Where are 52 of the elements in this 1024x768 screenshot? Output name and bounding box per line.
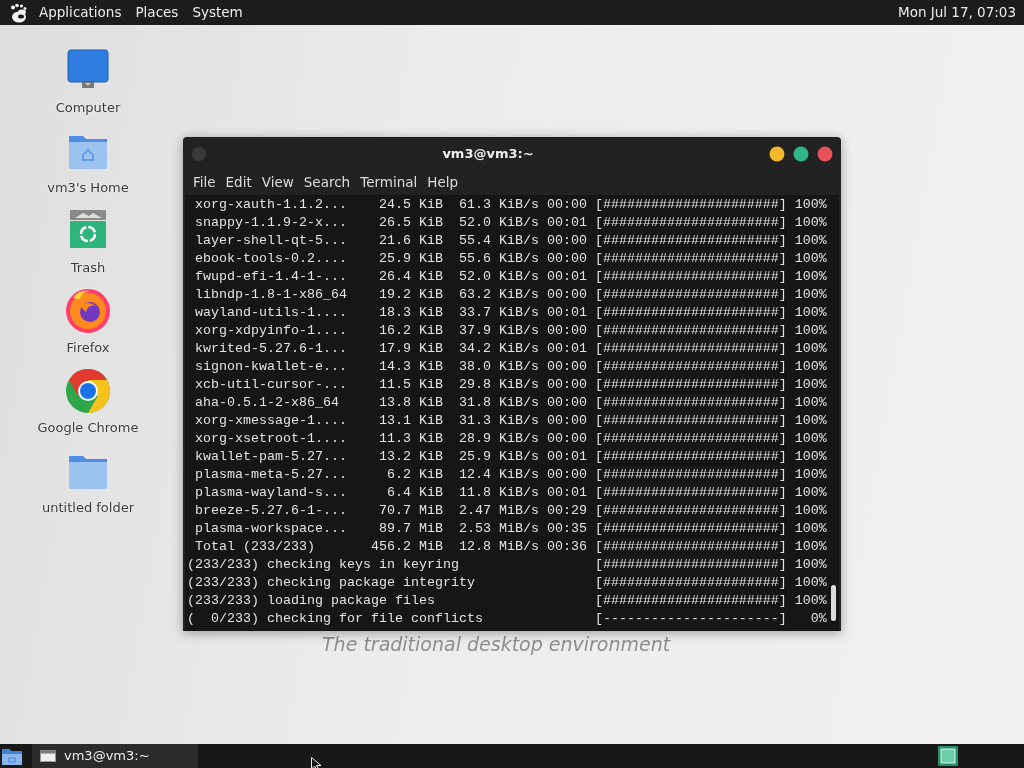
menu-item[interactable]: Terminal: [355, 172, 423, 193]
terminal-line: xorg-xdpyinfo-1.... 16.2 KiB 37.9 KiB/s 00:00 [######################] 100%: [194, 322, 827, 340]
window-title: vm3@vm3:~: [442, 144, 534, 163]
terminal-line: fwupd-efi-1.4-1-... 26.4 KiB 52.0 KiB/s 00:01 [######################] 100%: [194, 268, 827, 286]
icon-label[interactable]: Trash: [70, 258, 106, 278]
terminal-line: xorg-xauth-1.1.2... 24.5 KiB 61.3 KiB/s 00:00 [######################] 100%: [194, 196, 827, 214]
terminal-line: plasma-meta-5.27... 6.2 KiB 12.4 KiB/s 00:00 [######################] 100%: [194, 466, 827, 484]
terminal-line: kwrited-5.27.6-1... 17.9 KiB 34.2 KiB/s 00:01 [######################] 100%: [194, 340, 827, 358]
terminal-line: breeze-5.27.6-1-... 70.7 MiB 2.47 MiB/s 00:29 [######################] 100%: [194, 502, 827, 520]
browser-icon[interactable]: [65, 368, 111, 414]
terminal-line: libndp-1.8-1-x86_64 19.2 KiB 63.2 KiB/s 00:00 [######################] 100%: [194, 286, 827, 304]
terminal-line: xorg-xmessage-1.... 13.1 KiB 31.3 KiB/s 00:00 [######################] 100%: [194, 412, 827, 430]
minimize-button-icon[interactable]: [769, 145, 785, 162]
workspace-switcher-icon[interactable]: [938, 746, 958, 766]
browser-icon[interactable]: [65, 288, 111, 334]
icon-label[interactable]: Google Chrome: [37, 418, 139, 438]
terminal-line: signon-kwallet-e... 14.3 KiB 38.0 KiB/s 00:00 [######################] 100%: [194, 358, 827, 376]
terminal-line: aha-0.5.1-2-x86_64 13.8 KiB 31.8 KiB/s 00:00 [######################] 100%: [194, 394, 827, 412]
terminal-line: plasma-wayland-s... 6.4 KiB 11.8 KiB/s 00:01 [######################] 100%: [194, 484, 827, 502]
maximize-button-icon[interactable]: [793, 145, 809, 162]
panel-menu[interactable]: Places: [128, 2, 186, 23]
terminal-line: ( 0/233) checking for file conflicts [----------------------] 0%: [187, 610, 827, 628]
menu-item[interactable]: Edit: [220, 172, 257, 193]
terminal-line: xorg-xsetroot-1.... 11.3 KiB 28.9 KiB/s 00:00 [######################] 100%: [194, 430, 827, 448]
terminal-line: ebook-tools-0.2.... 25.9 KiB 55.6 KiB/s 00:00 [######################] 100%: [194, 250, 827, 268]
icon-label[interactable]: vm3's Home: [47, 178, 129, 198]
terminal-line: snappy-1.1.9-2-x... 26.5 KiB 52.0 KiB/s 00:01 [######################] 100%: [194, 214, 827, 232]
terminal-line: wayland-utils-1.... 18.3 KiB 33.7 KiB/s 00:01 [######################] 100%: [194, 304, 827, 322]
terminal-line: kwallet-pam-5.27... 13.2 KiB 25.9 KiB/s 00:01 [######################] 100%: [194, 448, 827, 466]
icon-label[interactable]: Firefox: [66, 338, 110, 358]
icon-label[interactable]: Computer: [55, 98, 121, 118]
panel-menu[interactable]: System: [185, 2, 250, 23]
clock[interactable]: Mon Jul 17, 07:03: [898, 2, 1024, 23]
terminal-line: xcb-util-cursor-... 11.5 KiB 29.8 KiB/s 00:00 [######################] 100%: [194, 376, 827, 394]
window-icon: [40, 749, 56, 763]
terminal-line: Total (233/233) 456.2 MiB 12.8 MiB/s 00:36 [######################] 100%: [194, 538, 827, 556]
terminal-line: (233/233) checking package integrity [######################] 100%: [187, 574, 827, 592]
wallpaper-tagline: The traditional desktop environment: [322, 632, 671, 657]
taskbar-window-button[interactable]: vm3@vm3:~: [32, 744, 198, 768]
scrollbar-thumb[interactable]: [831, 585, 836, 621]
terminal-line: (233/233) loading package files [######################] 100%: [187, 592, 827, 610]
menu-item[interactable]: File: [188, 172, 221, 193]
terminal-line: plasma-workspace... 89.7 MiB 2.53 MiB/s 00:35 [######################] 100%: [194, 520, 827, 538]
menu-item[interactable]: Search: [298, 172, 356, 193]
terminal-line: (233/233) checking keys in keyring [######################] 100%: [187, 556, 827, 574]
panel-menu[interactable]: Applications: [32, 2, 129, 23]
close-button-icon[interactable]: [817, 145, 833, 162]
menu-item[interactable]: Help: [422, 172, 464, 193]
icon-label[interactable]: untitled folder: [42, 498, 134, 518]
terminal-line: layer-shell-qt-5... 21.6 KiB 55.4 KiB/s 00:00 [######################] 100%: [194, 232, 827, 250]
foot-logo-icon[interactable]: [8, 2, 28, 23]
menu-item[interactable]: View: [256, 172, 299, 193]
